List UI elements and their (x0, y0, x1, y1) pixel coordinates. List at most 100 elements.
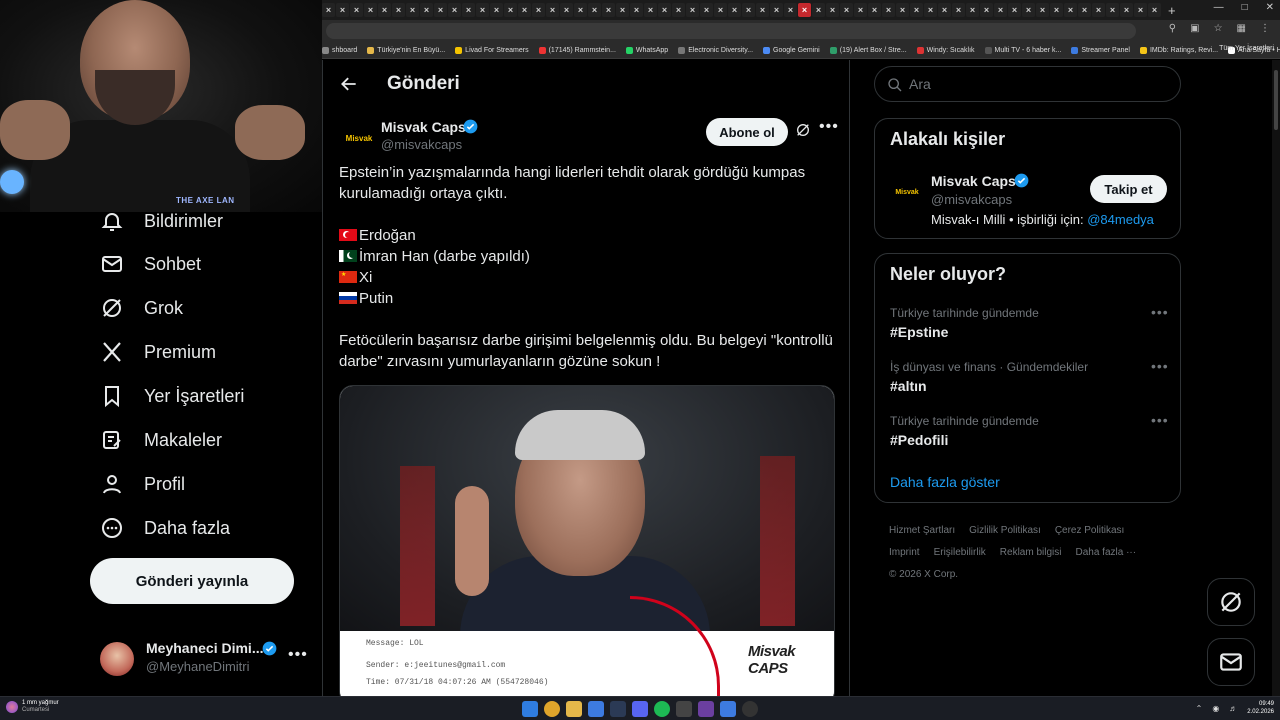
browser-tab[interactable]: × (672, 3, 685, 17)
volume-icon[interactable]: ♬ (1229, 704, 1237, 713)
search-input[interactable] (909, 75, 1169, 93)
nav-item[interactable]: Sohbet (100, 252, 201, 276)
browser-tab[interactable]: × (924, 3, 937, 17)
account-switcher[interactable]: Meyhaneci Dimi... @MeyhaneDimitri ••• (100, 636, 310, 680)
search-box[interactable] (874, 66, 1181, 102)
all-bookmarks[interactable]: Tüm Yer İşaretleri (1219, 45, 1274, 52)
footer-link[interactable]: Reklam bilgisi (1000, 547, 1062, 558)
bookmark-item[interactable]: Streamer Panel (1071, 46, 1130, 54)
subscribe-button[interactable]: Abone ol (706, 118, 788, 146)
menu-icon[interactable]: ⋮ (1260, 23, 1270, 34)
footer-link[interactable]: Hizmet Şartları (889, 525, 955, 536)
nav-item[interactable]: Premium (100, 340, 216, 364)
browser-tab[interactable]: × (560, 3, 573, 17)
tray-chevron-icon[interactable]: ⌃ (1196, 704, 1203, 713)
account-more-icon[interactable]: ••• (288, 646, 308, 664)
bookmark-item[interactable]: Livad For Streamers (455, 46, 529, 54)
browser-tab[interactable]: × (602, 3, 615, 17)
bookmark-item[interactable]: WhatsApp (625, 46, 668, 54)
footer-link[interactable]: Çerez Politikası (1055, 525, 1124, 536)
browser-tab[interactable]: × (868, 3, 881, 17)
omnibox[interactable] (326, 23, 1136, 39)
nav-item[interactable]: Daha fazla (100, 516, 230, 540)
browser-tab[interactable]: × (448, 3, 461, 17)
browser-tab[interactable]: × (952, 3, 965, 17)
post-media[interactable]: Message: LOL Sender: e:jeeitunes@gmail.c… (339, 385, 835, 696)
bookmark-item[interactable]: (17145) Rammstein... (538, 46, 616, 54)
browser-tab[interactable]: × (378, 3, 391, 17)
browser-tab[interactable]: × (1134, 3, 1147, 17)
trend-item[interactable]: Türkiye tarihinde gündemde #Epstine (890, 306, 1170, 340)
browser-tab[interactable]: × (406, 3, 419, 17)
bookmark-item[interactable]: IMDb: Ratings, Revi... (1139, 46, 1218, 54)
steam-icon[interactable] (610, 701, 626, 717)
bookmark-item[interactable]: (19) Alert Box / Stre... (829, 46, 907, 54)
browser-tab[interactable]: × (994, 3, 1007, 17)
browser-tab[interactable]: × (854, 3, 867, 17)
browser-tab[interactable]: × (1148, 3, 1161, 17)
browser-tab[interactable]: × (826, 3, 839, 17)
nav-item[interactable]: Yer İşaretleri (100, 384, 244, 408)
footer-link[interactable]: Erişilebilirlik (934, 547, 986, 558)
browser-tab[interactable]: × (616, 3, 629, 17)
follow-button[interactable]: Takip et (1090, 175, 1167, 203)
new-tab-button[interactable]: + (1168, 3, 1176, 18)
obs-icon[interactable] (742, 701, 758, 717)
app-icon[interactable] (588, 701, 604, 717)
browser-tab[interactable]: × (770, 3, 783, 17)
trend-item[interactable]: İş dünyası ve finans · Gündemdekiler #alt… (890, 360, 1170, 394)
scroll-thumb[interactable] (1274, 70, 1278, 130)
grok-fab[interactable] (1207, 578, 1255, 626)
browser-tab[interactable]: × (532, 3, 545, 17)
trend-item[interactable]: Türkiye tarihinde gündemde #Pedofili (890, 414, 1170, 448)
browser-tab[interactable]: × (658, 3, 671, 17)
browser-tab[interactable]: × (882, 3, 895, 17)
nav-item[interactable]: Profil (100, 472, 185, 496)
trend-more-icon[interactable]: ••• (1151, 412, 1169, 428)
file-explorer-icon[interactable] (566, 701, 582, 717)
bookmark-item[interactable]: Google Gemini (763, 46, 820, 54)
close-window-icon[interactable]: ✕ (1266, 2, 1274, 13)
browser-tab[interactable]: × (700, 3, 713, 17)
footer-link[interactable]: Daha fazla ··· (1075, 547, 1136, 558)
browser-tab[interactable]: × (364, 3, 377, 17)
extensions-icon[interactable]: ▦ (1237, 23, 1246, 34)
browser-tab[interactable]: × (1050, 3, 1063, 17)
browser-tab[interactable]: × (392, 3, 405, 17)
nav-item[interactable]: Makaleler (100, 428, 222, 452)
browser-tab[interactable]: × (588, 3, 601, 17)
related-handle[interactable]: @misvakcaps (931, 192, 1012, 207)
browser-tab[interactable]: × (1120, 3, 1133, 17)
trend-more-icon[interactable]: ••• (1151, 358, 1169, 374)
messages-fab[interactable] (1207, 638, 1255, 686)
browser-tab[interactable]: × (784, 3, 797, 17)
browser-tab[interactable]: × (630, 3, 643, 17)
browser-tab[interactable]: × (1022, 3, 1035, 17)
chrome-icon[interactable] (544, 701, 560, 717)
browser-tab[interactable]: × (644, 3, 657, 17)
browser-tab[interactable]: × (812, 3, 825, 17)
browser-tab[interactable]: × (322, 3, 335, 17)
related-bio-link[interactable]: @84medya (1087, 212, 1154, 227)
browser-tab[interactable]: × (504, 3, 517, 17)
star-icon[interactable]: ☆ (1214, 23, 1223, 34)
browser-tab[interactable]: × (798, 3, 811, 17)
related-avatar[interactable]: Misvak (890, 175, 924, 209)
post-more-icon[interactable]: ••• (819, 118, 839, 136)
footer-link[interactable]: Gizlilik Politikası (969, 525, 1041, 536)
bookmark-item[interactable]: Windy: Sıcaklık (916, 46, 975, 54)
scrollbar[interactable] (1272, 60, 1280, 696)
browser-tab[interactable]: × (756, 3, 769, 17)
browser-tab[interactable]: × (980, 3, 993, 17)
app-icon[interactable] (720, 701, 736, 717)
browser-tab[interactable]: × (714, 3, 727, 17)
nav-item[interactable]: Grok (100, 296, 183, 320)
post-author-name[interactable]: Misvak Caps (381, 119, 466, 135)
browser-tab[interactable]: × (1064, 3, 1077, 17)
browser-tab[interactable]: × (420, 3, 433, 17)
browser-tab[interactable]: × (840, 3, 853, 17)
app-icon[interactable] (698, 701, 714, 717)
bookmark-item[interactable]: Electronic Diversity... (678, 46, 753, 54)
discord-icon[interactable] (632, 701, 648, 717)
browser-tab[interactable]: × (1092, 3, 1105, 17)
